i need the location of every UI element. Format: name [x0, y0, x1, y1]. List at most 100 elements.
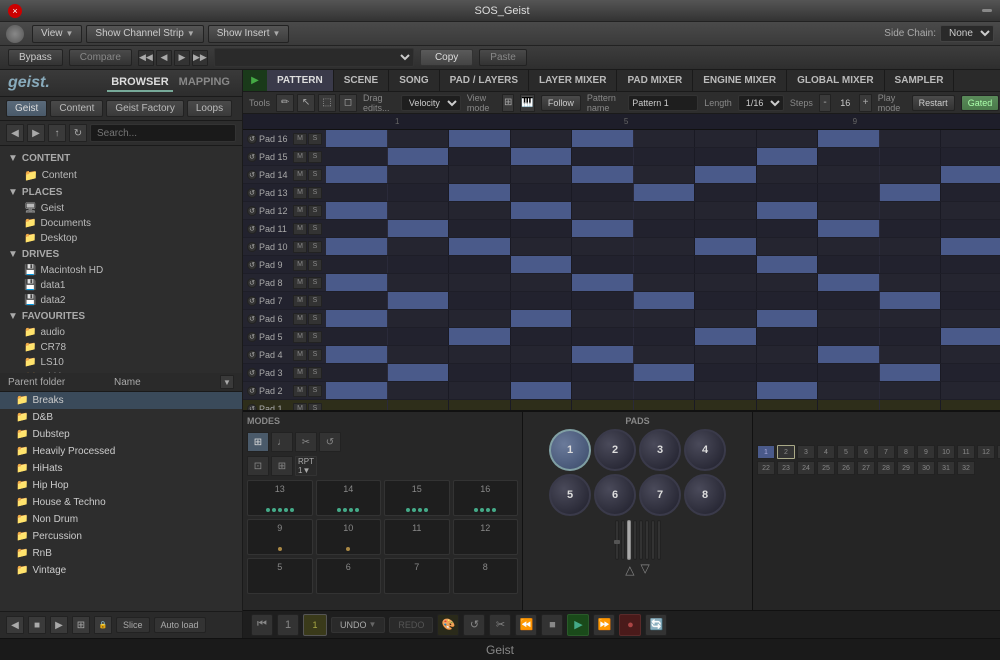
- cell-10-6[interactable]: [695, 310, 757, 327]
- cell-0-5[interactable]: [634, 130, 696, 147]
- file-nondrum[interactable]: 📁 Non Drum: [0, 511, 242, 528]
- cell-7-10[interactable]: [941, 256, 1000, 273]
- pad-11[interactable]: 11: [384, 519, 450, 555]
- prev-transport-button[interactable]: ⏮: [251, 614, 273, 636]
- cell-12-7[interactable]: [757, 346, 819, 363]
- pattern-btn-12[interactable]: 12: [977, 445, 995, 459]
- cell-8-6[interactable]: [695, 274, 757, 291]
- pad-s-btn-5[interactable]: S: [308, 223, 322, 235]
- fader-8[interactable]: [657, 520, 661, 560]
- cell-15-6[interactable]: [695, 400, 757, 410]
- cell-1-9[interactable]: [880, 148, 942, 165]
- places-documents[interactable]: 📁 Documents: [0, 216, 242, 231]
- pad-s-btn-4[interactable]: S: [308, 205, 322, 217]
- browser-tab[interactable]: BROWSER: [107, 74, 172, 92]
- pad-cycle-btn-0[interactable]: ↺: [247, 134, 257, 144]
- view-menu[interactable]: View ▼: [32, 25, 82, 43]
- cell-2-7[interactable]: [757, 166, 819, 183]
- play-tab-button[interactable]: ▶: [243, 70, 267, 91]
- mode-note[interactable]: ♩: [271, 432, 293, 452]
- tab-sampler[interactable]: SAMPLER: [885, 70, 955, 91]
- pad-round-5[interactable]: 5: [549, 474, 591, 516]
- cell-4-10[interactable]: [941, 202, 1000, 219]
- cell-11-10[interactable]: [941, 328, 1000, 345]
- cell-14-0[interactable]: [326, 382, 388, 399]
- cell-2-0[interactable]: [326, 166, 388, 183]
- file-heavily[interactable]: 📁 Heavily Processed: [0, 443, 242, 460]
- mapping-tab[interactable]: MAPPING: [175, 74, 234, 92]
- pad-cycle-btn-13[interactable]: ↺: [247, 368, 257, 378]
- cell-10-9[interactable]: [880, 310, 942, 327]
- cell-11-3[interactable]: [511, 328, 573, 345]
- cell-5-3[interactable]: [511, 220, 573, 237]
- cell-14-8[interactable]: [818, 382, 880, 399]
- cell-11-0[interactable]: [326, 328, 388, 345]
- pad-s-btn-11[interactable]: S: [308, 331, 322, 343]
- pad-7[interactable]: 7: [384, 558, 450, 594]
- cell-3-9[interactable]: [880, 184, 942, 201]
- cell-13-0[interactable]: [326, 364, 388, 381]
- pad-round-2[interactable]: 2: [594, 429, 636, 471]
- fav-ls10[interactable]: 📁 LS10: [0, 355, 242, 370]
- cell-6-1[interactable]: [388, 238, 450, 255]
- cell-7-3[interactable]: [511, 256, 573, 273]
- pad-m-btn-4[interactable]: M: [293, 205, 307, 217]
- mode-slice[interactable]: ✂: [295, 432, 317, 452]
- pad-m-btn-12[interactable]: M: [293, 349, 307, 361]
- cell-10-1[interactable]: [388, 310, 450, 327]
- content-source-tab[interactable]: Content: [50, 100, 103, 117]
- cell-6-2[interactable]: [449, 238, 511, 255]
- tab-scene[interactable]: SCENE: [334, 70, 389, 91]
- cell-3-7[interactable]: [757, 184, 819, 201]
- cell-8-1[interactable]: [388, 274, 450, 291]
- cell-6-7[interactable]: [757, 238, 819, 255]
- cell-15-5[interactable]: [634, 400, 696, 410]
- cell-7-9[interactable]: [880, 256, 942, 273]
- follow-button[interactable]: Follow: [541, 95, 581, 111]
- cell-14-1[interactable]: [388, 382, 450, 399]
- pattern-btn-26[interactable]: 26: [837, 461, 855, 475]
- pad-cycle-btn-9[interactable]: ↺: [247, 296, 257, 306]
- mode-loop[interactable]: ↺: [319, 432, 341, 452]
- channel-strip-menu[interactable]: Show Channel Strip ▼: [86, 25, 203, 43]
- cell-6-10[interactable]: [941, 238, 1000, 255]
- cell-9-4[interactable]: [572, 292, 634, 309]
- fav-audio[interactable]: 📁 audio: [0, 325, 242, 340]
- cut-button[interactable]: ✂: [489, 614, 511, 636]
- cell-9-10[interactable]: [941, 292, 1000, 309]
- cell-11-2[interactable]: [449, 328, 511, 345]
- pattern-btn-23[interactable]: 23: [777, 461, 795, 475]
- pad-round-8[interactable]: 8: [684, 474, 726, 516]
- restart-button[interactable]: Restart: [912, 95, 955, 111]
- up-nav-button[interactable]: ↑: [48, 124, 66, 142]
- cell-13-5[interactable]: [634, 364, 696, 381]
- tab-song[interactable]: SONG: [389, 70, 439, 91]
- pad-m-btn-15[interactable]: M: [293, 403, 307, 411]
- pad-s-btn-3[interactable]: S: [308, 187, 322, 199]
- pad-8[interactable]: 8: [453, 558, 519, 594]
- undo-button[interactable]: UNDO ▼: [331, 617, 385, 633]
- cell-15-1[interactable]: [388, 400, 450, 410]
- forward-transport[interactable]: ⏩: [593, 614, 615, 636]
- pad-cycle-btn-8[interactable]: ↺: [247, 278, 257, 288]
- pad-9[interactable]: 9: [247, 519, 313, 555]
- cell-15-0[interactable]: [326, 400, 388, 410]
- fader-5[interactable]: [639, 520, 643, 560]
- pattern-btn-32[interactable]: 32: [957, 461, 975, 475]
- cell-1-10[interactable]: [941, 148, 1000, 165]
- pad-cycle-btn-5[interactable]: ↺: [247, 224, 257, 234]
- drive-data1[interactable]: 💾 data1: [0, 278, 242, 293]
- cell-6-3[interactable]: [511, 238, 573, 255]
- drive-macintosh[interactable]: 💾 Macintosh HD: [0, 263, 242, 278]
- cell-2-1[interactable]: [388, 166, 450, 183]
- minimize-button[interactable]: [982, 9, 992, 12]
- fast-forward-button[interactable]: ▶▶: [192, 50, 208, 66]
- cell-9-6[interactable]: [695, 292, 757, 309]
- pad-round-7[interactable]: 7: [639, 474, 681, 516]
- forward-nav-button[interactable]: ▶: [27, 124, 45, 142]
- pad-s-btn-15[interactable]: S: [308, 403, 322, 411]
- pad-cycle-btn-14[interactable]: ↺: [247, 386, 257, 396]
- cell-1-0[interactable]: [326, 148, 388, 165]
- cell-7-1[interactable]: [388, 256, 450, 273]
- cell-11-1[interactable]: [388, 328, 450, 345]
